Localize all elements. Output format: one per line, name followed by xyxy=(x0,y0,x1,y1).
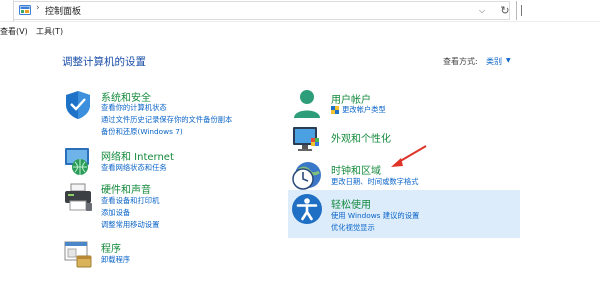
category-ease-of-access[interactable]: 轻松使用 xyxy=(331,196,371,211)
address-bar: › 控制面板 ⌵ ↻ xyxy=(0,0,600,22)
category-hardware-sound[interactable]: 硬件和声音 xyxy=(101,181,151,196)
category-user-accounts[interactable]: 用户帐户 xyxy=(331,91,371,106)
category-clock-region[interactable]: 时钟和区域 xyxy=(331,162,381,177)
menu-view[interactable]: 查看(V) xyxy=(0,26,28,37)
user-avatar-icon[interactable] xyxy=(291,87,323,119)
printer-icon[interactable] xyxy=(62,181,94,213)
link-view-network-status[interactable]: 查看网络状态和任务 xyxy=(101,163,167,173)
link-backup-restore[interactable]: 备份和还原(Windows 7) xyxy=(101,127,183,137)
category-programs[interactable]: 程序 xyxy=(101,240,121,255)
view-by-dropdown[interactable]: 类别 xyxy=(486,56,502,67)
address-bar-left-edge xyxy=(0,0,14,22)
shield-icon[interactable] xyxy=(62,89,94,121)
accessibility-icon[interactable] xyxy=(291,193,323,225)
text-caret xyxy=(521,5,522,16)
link-change-date-time-format[interactable]: 更改日期、时间或数字格式 xyxy=(331,177,419,187)
link-add-device[interactable]: 添加设备 xyxy=(101,208,130,218)
category-system-security[interactable]: 系统和安全 xyxy=(101,89,151,104)
view-by-arrow-icon[interactable]: ▼ xyxy=(506,57,511,64)
category-network-internet[interactable]: 网络和 Internet xyxy=(101,148,174,163)
clock-globe-icon[interactable] xyxy=(291,160,323,192)
chevron-down-icon[interactable]: ⌵ xyxy=(475,3,489,18)
refresh-icon[interactable]: ↻ xyxy=(498,3,512,18)
link-optimize-visual-display[interactable]: 优化视觉显示 xyxy=(331,223,375,233)
link-file-history-backup[interactable]: 通过文件历史记录保存你的文件备份副本 xyxy=(101,115,232,125)
link-windows-recommended-settings[interactable]: 使用 Windows 建议的设置 xyxy=(331,211,419,221)
breadcrumb-separator: › xyxy=(36,3,40,13)
link-uninstall-program[interactable]: 卸载程序 xyxy=(101,255,130,265)
link-change-account-type[interactable]: 更改帐户类型 xyxy=(342,105,386,115)
link-devices-printers[interactable]: 查看设备和打印机 xyxy=(101,196,159,206)
view-by-label: 查看方式: xyxy=(443,57,478,66)
page-title: 调整计算机的设置 xyxy=(62,56,146,68)
address-box[interactable]: › 控制面板 ⌵ ↻ xyxy=(14,1,510,20)
link-view-computer-status[interactable]: 查看你的计算机状态 xyxy=(101,103,167,113)
search-input[interactable] xyxy=(516,1,600,20)
monitor-personalization-icon[interactable] xyxy=(291,124,323,156)
network-globe-icon[interactable] xyxy=(62,145,94,177)
link-mobility-settings[interactable]: 调整常用移动设置 xyxy=(101,220,159,230)
uac-shield-icon xyxy=(331,106,339,114)
control-panel-icon xyxy=(19,5,31,15)
category-appearance[interactable]: 外观和个性化 xyxy=(331,130,391,145)
menu-tools[interactable]: 工具(T) xyxy=(36,26,63,37)
programs-icon[interactable] xyxy=(62,238,94,270)
breadcrumb-control-panel[interactable]: 控制面板 xyxy=(45,4,81,17)
